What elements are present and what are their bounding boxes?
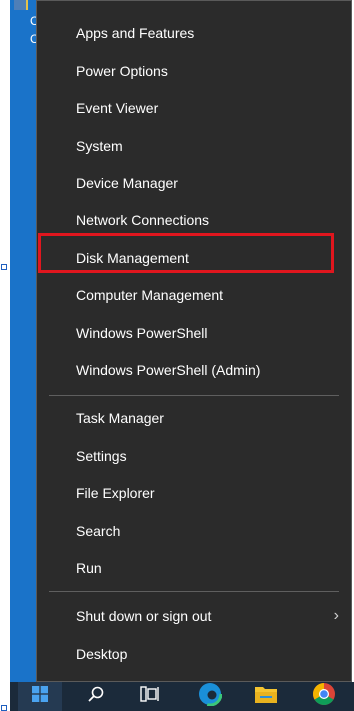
menu-item-label: Run	[76, 559, 102, 576]
menu-item-system[interactable]: System	[37, 127, 351, 164]
menu-item-windows-powershell-admin[interactable]: Windows PowerShell (Admin)	[37, 351, 351, 388]
task-view-icon	[140, 686, 160, 707]
menu-item-windows-powershell[interactable]: Windows PowerShell	[37, 314, 351, 351]
menu-item-settings[interactable]: Settings	[37, 437, 351, 474]
task-view-button[interactable]	[128, 682, 172, 711]
menu-item-label: Windows PowerShell (Admin)	[76, 361, 261, 378]
menu-item-task-manager[interactable]: Task Manager	[37, 399, 351, 436]
menu-item-label: Desktop	[76, 645, 128, 662]
menu-item-event-viewer[interactable]: Event Viewer	[37, 89, 351, 126]
menu-item-search[interactable]: Search	[37, 512, 351, 549]
menu-item-label: Event Viewer	[76, 99, 159, 116]
screenshot: C C Apps and Features Power Options Even…	[0, 0, 354, 711]
menu-item-label: Device Manager	[76, 174, 178, 191]
file-explorer-icon	[254, 684, 278, 709]
file-explorer-taskbar-button[interactable]	[244, 682, 288, 711]
chrome-taskbar-button[interactable]	[302, 682, 346, 711]
menu-item-label: Computer Management	[76, 286, 224, 303]
selection-handle	[1, 264, 7, 270]
winx-context-menu: Apps and Features Power Options Event Vi…	[36, 0, 352, 682]
menu-item-label: Search	[76, 522, 121, 539]
menu-item-desktop[interactable]: Desktop	[37, 635, 351, 672]
menu-item-apps-and-features[interactable]: Apps and Features	[37, 14, 351, 51]
desktop-shortcut-icon[interactable]	[14, 0, 28, 10]
menu-item-label: File Explorer	[76, 484, 155, 501]
menu-item-file-explorer[interactable]: File Explorer	[37, 474, 351, 511]
edge-taskbar-button[interactable]	[188, 681, 232, 711]
menu-item-label: Shut down or sign out	[76, 607, 212, 624]
menu-item-label: Apps and Features	[76, 24, 195, 41]
menu-item-label: Settings	[76, 447, 127, 464]
menu-item-computer-management[interactable]: Computer Management	[37, 276, 351, 313]
menu-item-run[interactable]: Run	[37, 549, 351, 586]
menu-item-label: Windows PowerShell	[76, 324, 208, 341]
selection-handle	[1, 705, 7, 711]
menu-item-label: Task Manager	[76, 409, 164, 426]
chrome-icon	[312, 682, 336, 711]
taskbar	[10, 681, 354, 711]
windows-start-icon	[32, 686, 48, 707]
taskbar-search-button[interactable]	[74, 682, 118, 711]
menu-item-shut-down-or-sign-out[interactable]: Shut down or sign out ›	[37, 597, 351, 634]
menu-item-label: Power Options	[76, 62, 168, 79]
start-button[interactable]	[18, 682, 62, 711]
menu-item-power-options[interactable]: Power Options	[37, 52, 351, 89]
highlight-box	[38, 233, 334, 273]
edge-icon	[197, 681, 223, 711]
menu-item-label: System	[76, 137, 123, 154]
menu-item-label: Network Connections	[76, 211, 210, 228]
menu-item-device-manager[interactable]: Device Manager	[37, 164, 351, 201]
chevron-right-icon: ›	[333, 606, 339, 624]
menu-separator	[49, 395, 339, 396]
search-icon	[87, 685, 105, 708]
menu-separator	[49, 591, 339, 592]
